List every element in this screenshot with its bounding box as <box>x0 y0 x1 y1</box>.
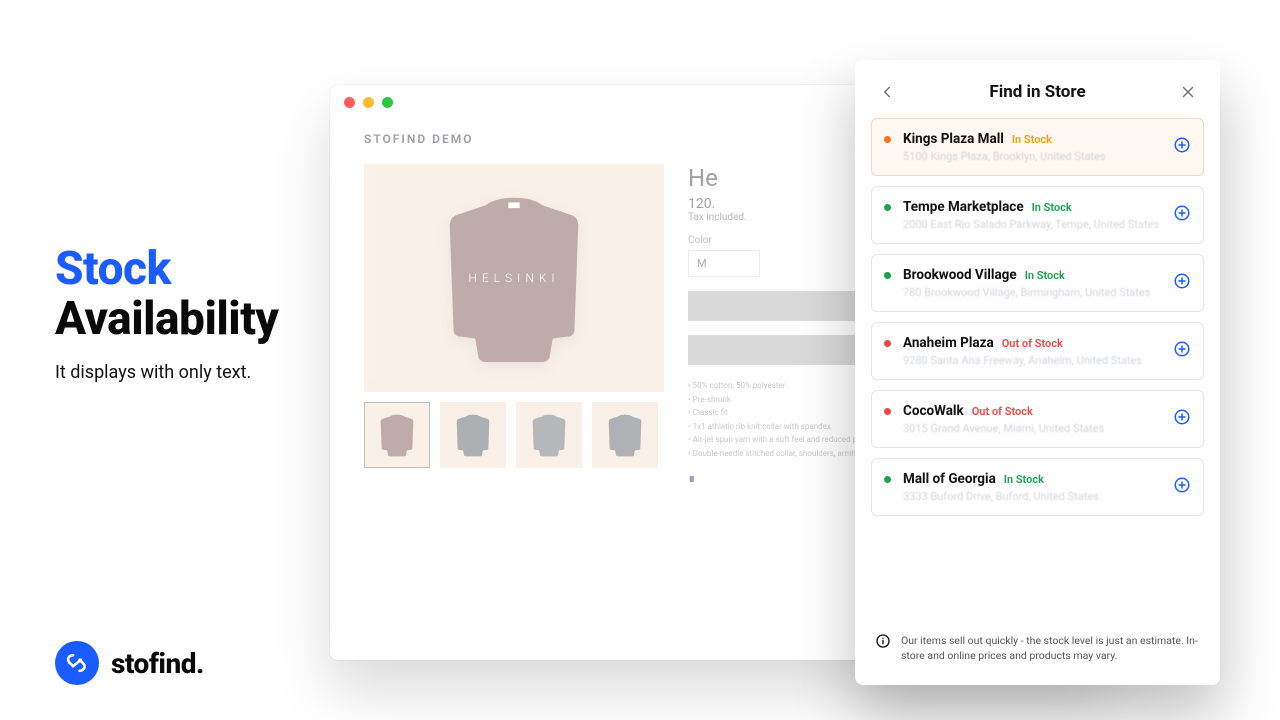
store-info: Anaheim Plaza Out of Stock 9280 Santa Ana … <box>903 335 1161 367</box>
product-thumbnails <box>364 402 664 468</box>
product-gallery: HELSINKI <box>364 164 664 485</box>
brand-lockup: stofind. <box>55 641 204 685</box>
status-dot-icon <box>884 476 891 483</box>
status-dot-icon <box>884 408 891 415</box>
panel-title: Find in Store <box>989 82 1085 102</box>
expand-button[interactable] <box>1173 136 1191 158</box>
info-icon <box>875 633 891 653</box>
expand-button[interactable] <box>1173 476 1191 498</box>
plus-circle-icon <box>1173 272 1191 290</box>
status-dot-icon <box>884 340 891 347</box>
store-row[interactable]: Tempe Marketplace In Stock 2000 East Rio S… <box>871 186 1204 244</box>
brand-name: stofind. <box>111 647 204 680</box>
store-row[interactable]: Brookwood Village In Stock 780 Brookwood V… <box>871 254 1204 312</box>
traffic-light-zoom-icon[interactable] <box>382 97 393 108</box>
site-logo[interactable]: STOFIND DEMO <box>364 132 474 146</box>
product-main-image: HELSINKI <box>364 164 664 392</box>
store-name: Tempe Marketplace <box>903 199 1024 215</box>
close-button[interactable] <box>1176 80 1200 104</box>
stock-status: In Stock <box>1025 269 1065 282</box>
stock-status: In Stock <box>1032 201 1072 214</box>
chevron-left-icon <box>878 83 896 101</box>
store-row[interactable]: Anaheim Plaza Out of Stock 9280 Santa Ana … <box>871 322 1204 380</box>
expand-button[interactable] <box>1173 204 1191 226</box>
product-image-text: HELSINKI <box>468 271 559 285</box>
store-row[interactable]: Mall of Georgia In Stock 3333 Buford Drive… <box>871 458 1204 516</box>
product-thumbnail[interactable] <box>516 402 582 468</box>
panel-footer-note: Our items sell out quickly - the stock l… <box>901 633 1200 663</box>
store-info: Brookwood Village In Stock 780 Brookwood V… <box>903 267 1161 299</box>
store-address: 2000 East Rio Salado Parkway, Tempe, Uni… <box>903 218 1161 231</box>
product-thumbnail[interactable] <box>592 402 658 468</box>
store-address: 9280 Santa Ana Freeway, Anaheim, United … <box>903 354 1161 367</box>
stock-status: Out of Stock <box>1002 337 1063 350</box>
expand-button[interactable] <box>1173 408 1191 430</box>
panel-footer: Our items sell out quickly - the stock l… <box>855 625 1220 685</box>
stock-status: Out of Stock <box>972 405 1033 418</box>
store-name: Mall of Georgia <box>903 471 996 487</box>
plus-circle-icon <box>1173 136 1191 154</box>
store-list: Kings Plaza Mall In Stock 5100 Kings Plaza… <box>855 118 1220 625</box>
panel-header: Find in Store <box>855 60 1220 118</box>
store-row[interactable]: CocoWalk Out of Stock 3015 Grand Avenue, M… <box>871 390 1204 448</box>
store-name: Kings Plaza Mall <box>903 131 1004 147</box>
product-thumbnail[interactable] <box>364 402 430 468</box>
store-address: 780 Brookwood Village, Birmingham, Unite… <box>903 286 1161 299</box>
expand-button[interactable] <box>1173 272 1191 294</box>
plus-circle-icon <box>1173 476 1191 494</box>
stock-status: In Stock <box>1004 473 1044 486</box>
store-name: Brookwood Village <box>903 267 1017 283</box>
store-address: 3015 Grand Avenue, Miami, United States <box>903 422 1161 435</box>
store-name: Anaheim Plaza <box>903 335 994 351</box>
store-row[interactable]: Kings Plaza Mall In Stock 5100 Kings Plaza… <box>871 118 1204 176</box>
status-dot-icon <box>884 272 891 279</box>
expand-button[interactable] <box>1173 340 1191 362</box>
status-dot-icon <box>884 204 891 211</box>
store-info: Kings Plaza Mall In Stock 5100 Kings Plaza… <box>903 131 1161 163</box>
back-button[interactable] <box>875 80 899 104</box>
store-info: CocoWalk Out of Stock 3015 Grand Avenue, M… <box>903 403 1161 435</box>
store-info: Tempe Marketplace In Stock 2000 East Rio S… <box>903 199 1161 231</box>
plus-circle-icon <box>1173 204 1191 222</box>
status-dot-icon <box>884 136 891 143</box>
find-in-store-panel: Find in Store Kings Plaza Mall In Stock 51… <box>855 60 1220 685</box>
stock-status: In Stock <box>1012 133 1052 146</box>
plus-circle-icon <box>1173 340 1191 358</box>
store-info: Mall of Georgia In Stock 3333 Buford Drive… <box>903 471 1161 503</box>
store-address: 3333 Buford Drive, Buford, United States <box>903 490 1161 503</box>
traffic-light-close-icon[interactable] <box>344 97 355 108</box>
store-address: 5100 Kings Plaza, Brooklyn, United State… <box>903 150 1161 163</box>
store-name: CocoWalk <box>903 403 964 419</box>
plus-circle-icon <box>1173 408 1191 426</box>
brand-logo-icon <box>55 641 99 685</box>
close-icon <box>1179 83 1197 101</box>
product-thumbnail[interactable] <box>440 402 506 468</box>
option-color-select[interactable]: M <box>688 250 760 277</box>
sweatshirt-icon <box>419 193 609 363</box>
traffic-light-minimize-icon[interactable] <box>363 97 374 108</box>
